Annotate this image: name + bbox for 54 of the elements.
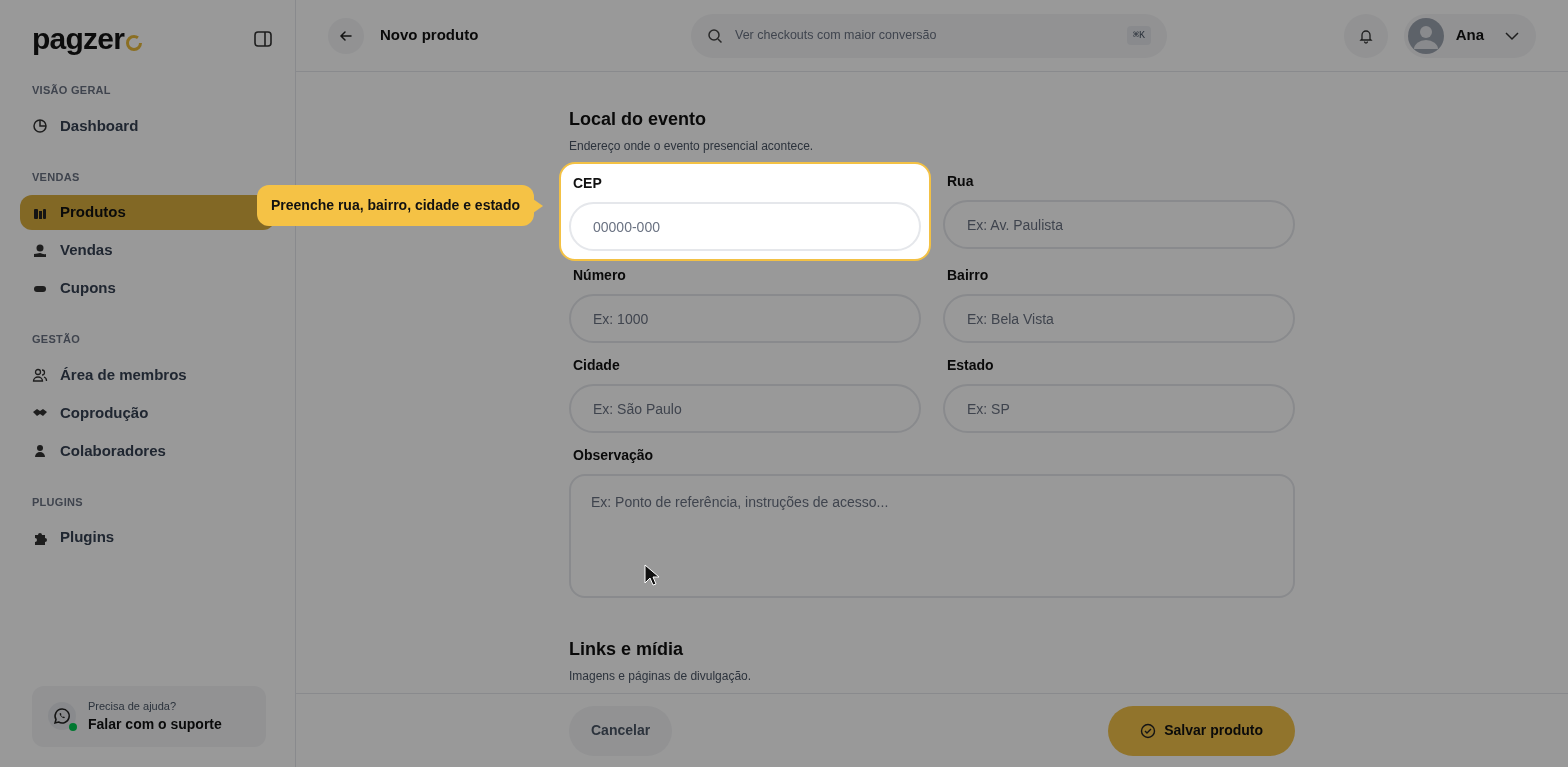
input-field[interactable]: Ex: São Paulo (569, 384, 921, 433)
logo-ring-icon (125, 34, 144, 52)
nav-heading: PLUGINS (31, 494, 84, 510)
cursor-icon (644, 564, 660, 588)
nav-item[interactable]: Colaboradores (20, 433, 275, 469)
check-circle-icon (1140, 722, 1157, 739)
input-field[interactable]: Ex: 1000 (569, 294, 921, 343)
input-field[interactable]: Ex: Bela Vista (943, 294, 1295, 343)
avatar-icon (1407, 17, 1444, 54)
bell-icon (1357, 27, 1374, 44)
save-button[interactable]: Salvar produto (1108, 705, 1295, 756)
people-icon (32, 367, 48, 383)
field-label: Cidade (572, 356, 621, 375)
nav-item[interactable]: Plugins (20, 520, 275, 555)
support-link[interactable]: Falar com o suporte (88, 714, 222, 735)
input-field[interactable]: Ex: Av. Paulista (943, 200, 1295, 249)
logo-text: pagzer (32, 24, 125, 54)
sidebar-toggle-icon[interactable] (253, 29, 273, 49)
chat-bubble-icon (53, 707, 71, 726)
help-caption: Precisa de ajuda? (88, 698, 178, 714)
field-label: Rua (946, 172, 975, 191)
dashboard-icon (32, 118, 48, 134)
field-label: Observação (572, 446, 655, 465)
nav-heading: GESTÃO (31, 332, 82, 347)
nav-item[interactable]: Vendas (20, 233, 275, 268)
search-icon (707, 27, 723, 44)
page-title: Novo produto (380, 25, 480, 46)
search-field[interactable]: Ver checkouts com maior conversão ⌘K (691, 13, 1167, 58)
field-label: Número (572, 266, 627, 285)
section-title: Links e mídia (569, 638, 685, 661)
nav-item[interactable]: Área de membros (20, 357, 275, 393)
nav-heading: VISÃO GERAL (31, 83, 112, 98)
back-button[interactable] (328, 17, 364, 54)
input-field[interactable]: 00000-000 (569, 202, 921, 251)
nav-item[interactable]: Cupons (20, 271, 275, 306)
input-field[interactable]: Ex: SP (943, 384, 1295, 433)
section-subtitle: Endereço onde o evento presencial acontece. (569, 138, 815, 155)
shortcut-hint: ⌘K (1126, 26, 1151, 45)
cancel-button[interactable]: Cancelar (569, 705, 673, 756)
search-input[interactable]: Ver checkouts com maior conversão (735, 26, 1115, 45)
section-subtitle: Imagens e páginas de divulgação. (569, 668, 753, 685)
field-label: Bairro (946, 266, 990, 285)
field-label: CEP (572, 174, 603, 193)
person-icon (32, 443, 48, 459)
textarea-field[interactable]: Ex: Ponto de referência, instruções de acesso... (569, 474, 1295, 598)
user-menu[interactable]: Ana (1403, 13, 1536, 58)
nav-heading: VENDAS (31, 169, 81, 185)
field-label: Estado (946, 356, 995, 375)
tooltip: Preenche rua, bairro, cidade e estado (257, 185, 534, 226)
section-title: Local do evento (569, 108, 708, 131)
nav-item[interactable]: Dashboard (20, 108, 275, 144)
support-card[interactable]: Precisa de ajuda? Falar com o suporte (32, 685, 266, 747)
nav-item[interactable]: Coprodução (20, 395, 275, 431)
tooltip-pointer (533, 198, 543, 213)
